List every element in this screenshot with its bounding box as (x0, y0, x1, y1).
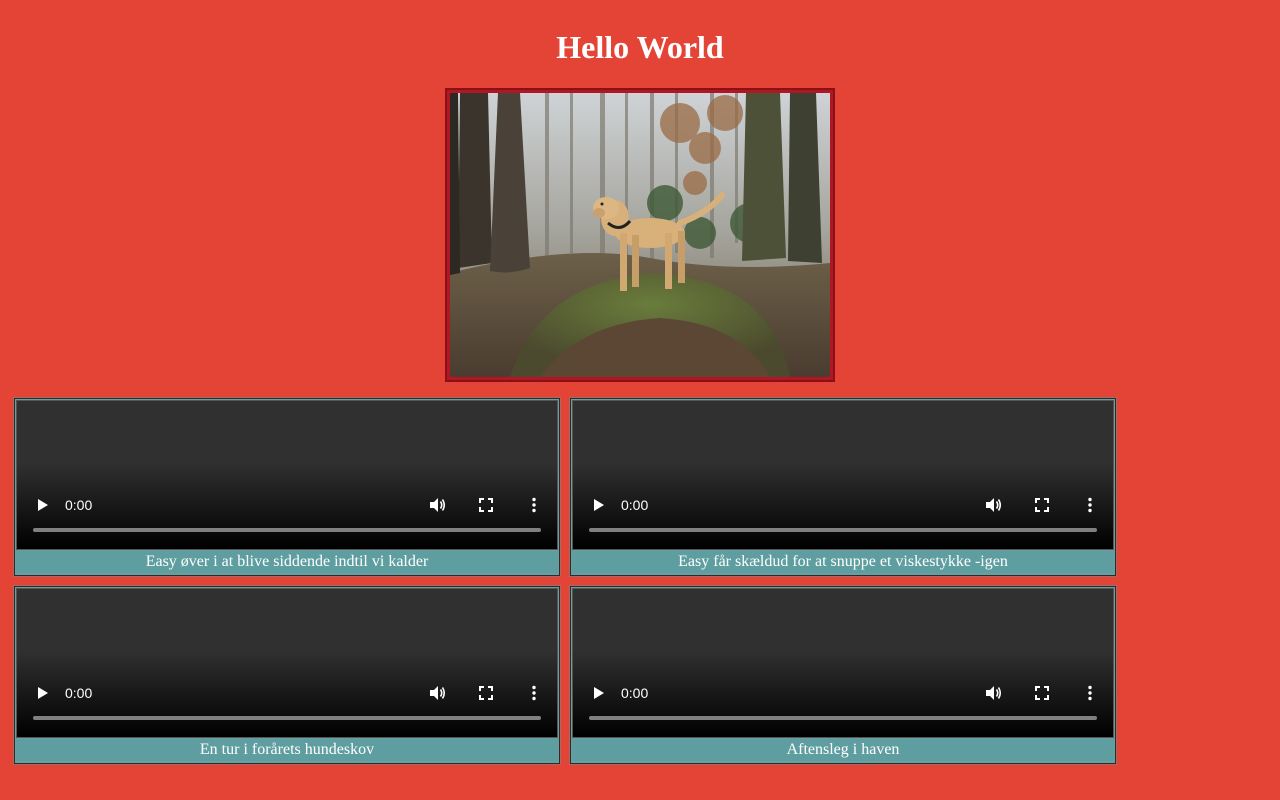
hero-image-frame (445, 88, 835, 382)
time-label: 0:00 (621, 497, 649, 513)
progress-bar[interactable] (33, 528, 541, 532)
video-caption: Aftensleg i haven (572, 739, 1114, 761)
dog-in-forest-photo (450, 93, 830, 377)
progress-bar[interactable] (589, 716, 1097, 720)
play-icon[interactable] (589, 684, 607, 702)
video-caption: Easy får skældud for at snuppe et viskes… (572, 551, 1114, 573)
fullscreen-icon[interactable] (476, 495, 496, 515)
video-card: 0:00 Easy får skældud for at snuppe et v… (569, 397, 1117, 577)
volume-icon[interactable] (427, 683, 447, 703)
page-title: Hello World (556, 29, 724, 65)
progress-bar[interactable] (589, 528, 1097, 532)
play-icon[interactable] (33, 496, 51, 514)
video-caption: En tur i forårets hundeskov (16, 739, 558, 761)
fullscreen-icon[interactable] (1032, 495, 1052, 515)
fullscreen-icon[interactable] (476, 683, 496, 703)
more-options-icon[interactable] (524, 683, 544, 703)
progress-bar[interactable] (33, 716, 541, 720)
video-player[interactable]: 0:00 (16, 588, 558, 738)
time-label: 0:00 (65, 685, 93, 701)
video-card: 0:00 En tur i forårets hundeskov (13, 585, 561, 765)
volume-icon[interactable] (983, 495, 1003, 515)
more-options-icon[interactable] (524, 495, 544, 515)
video-card: 0:00 Easy øver i at blive siddende indti… (13, 397, 561, 577)
video-card: 0:00 Aftensleg i haven (569, 585, 1117, 765)
time-label: 0:00 (65, 497, 93, 513)
time-label: 0:00 (621, 685, 649, 701)
volume-icon[interactable] (427, 495, 447, 515)
video-player[interactable]: 0:00 (572, 588, 1114, 738)
video-player[interactable]: 0:00 (16, 400, 558, 550)
fullscreen-icon[interactable] (1032, 683, 1052, 703)
more-options-icon[interactable] (1080, 683, 1100, 703)
play-icon[interactable] (589, 496, 607, 514)
video-player[interactable]: 0:00 (572, 400, 1114, 550)
more-options-icon[interactable] (1080, 495, 1100, 515)
volume-icon[interactable] (983, 683, 1003, 703)
play-icon[interactable] (33, 684, 51, 702)
video-caption: Easy øver i at blive siddende indtil vi … (16, 551, 558, 573)
